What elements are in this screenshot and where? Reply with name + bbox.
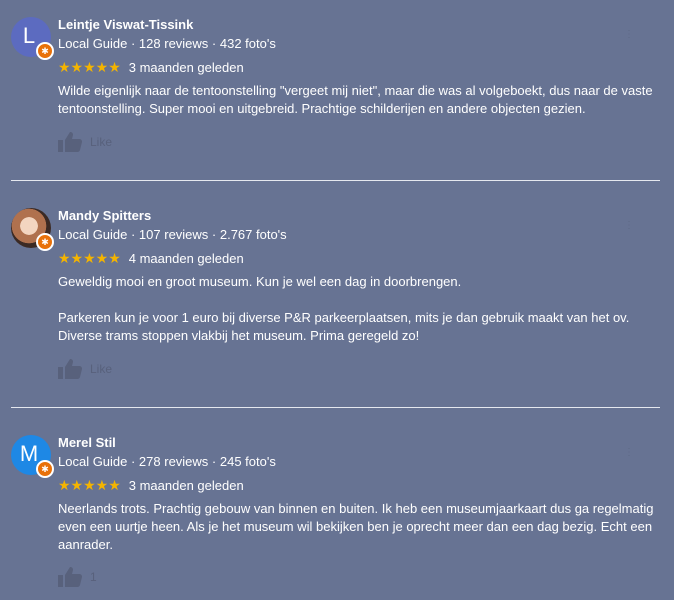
avatar-letter: M	[19, 441, 39, 466]
like-label: 1	[90, 570, 97, 584]
like-label: Like	[90, 362, 113, 376]
like-button[interactable]: 1	[58, 567, 97, 587]
like-label: Like	[90, 135, 113, 149]
review-time: 4 maanden geleden	[128, 251, 244, 266]
like-button[interactable]: Like	[58, 359, 112, 379]
review-text: Wilde eigenlijk naar de tentoonstelling …	[58, 82, 658, 118]
thumbs-up-icon	[58, 132, 82, 152]
avatar[interactable]: ✱	[11, 208, 54, 251]
review-paragraph: Geweldig mooi en groot museum. Kun je we…	[58, 274, 462, 289]
avatar[interactable]: L ✱	[11, 17, 54, 60]
avatar-letter: L	[22, 23, 36, 48]
reviewer-name[interactable]: Leintje Viswat-Tissink	[58, 17, 193, 32]
reviewer-meta: Local Guide · 278 reviews · 245 foto's	[58, 454, 276, 469]
reviewer-meta: Local Guide · 107 reviews · 2.767 foto's	[58, 227, 287, 242]
review-text: Geweldig mooi en groot museum. Kun je we…	[58, 273, 658, 345]
review-time: 3 maanden geleden	[128, 478, 244, 493]
local-guide-badge-icon: ✱	[36, 460, 54, 478]
thumbs-up-icon	[58, 567, 82, 587]
review-paragraph: Neerlands trots. Prachtig gebouw van bin…	[58, 501, 654, 552]
like-button[interactable]: Like	[58, 132, 112, 152]
rating-row: ★★★★★ 3 maanden geleden	[58, 477, 244, 494]
more-options-icon[interactable]: ⋮	[624, 29, 634, 40]
divider	[11, 407, 660, 408]
review-paragraph: Wilde eigenlijk naar de tentoonstelling …	[58, 83, 653, 116]
rating-row: ★★★★★ 4 maanden geleden	[58, 250, 244, 267]
divider	[11, 180, 660, 181]
review-paragraph: Parkeren kun je voor 1 euro bij diverse …	[58, 310, 630, 343]
review-text: Neerlands trots. Prachtig gebouw van bin…	[58, 500, 658, 554]
more-options-icon[interactable]: ⋮	[624, 447, 634, 458]
reviewer-meta: Local Guide · 128 reviews · 432 foto's	[58, 36, 276, 51]
star-rating: ★★★★★	[58, 59, 121, 75]
star-rating: ★★★★★	[58, 477, 121, 493]
rating-row: ★★★★★ 3 maanden geleden	[58, 59, 244, 76]
avatar[interactable]: M ✱	[11, 435, 54, 478]
local-guide-badge-icon: ✱	[36, 233, 54, 251]
review-time: 3 maanden geleden	[128, 60, 244, 75]
more-options-icon[interactable]: ⋮	[624, 220, 634, 231]
star-rating: ★★★★★	[58, 250, 121, 266]
reviewer-name[interactable]: Merel Stil	[58, 435, 116, 450]
thumbs-up-icon	[58, 359, 82, 379]
reviewer-name[interactable]: Mandy Spitters	[58, 208, 151, 223]
local-guide-badge-icon: ✱	[36, 42, 54, 60]
